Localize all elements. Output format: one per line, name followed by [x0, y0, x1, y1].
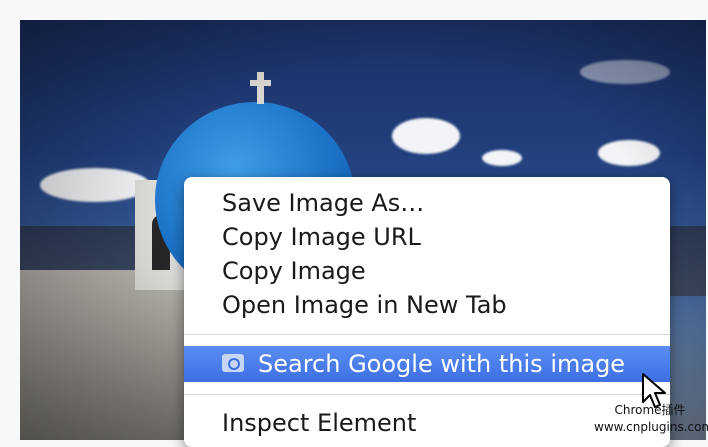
menu-item-label: Search Google with this image: [258, 350, 626, 378]
menu-separator: [184, 394, 670, 395]
watermark-line-2: www.cnplugins.com: [594, 420, 708, 434]
menu-item-search-google-image[interactable]: Search Google with this image: [184, 346, 670, 382]
watermark: Chrome插件 www.cnplugins.com: [594, 402, 708, 436]
watermark-line-1: Chrome插件: [614, 403, 686, 417]
menu-separator: [184, 334, 670, 335]
menu-item-save-image-as[interactable]: Save Image As…: [184, 186, 670, 220]
menu-item-open-image-new-tab[interactable]: Open Image in New Tab: [184, 288, 670, 322]
camera-icon: [222, 354, 244, 372]
menu-item-copy-image-url[interactable]: Copy Image URL: [184, 220, 670, 254]
menu-item-copy-image[interactable]: Copy Image: [184, 254, 670, 288]
